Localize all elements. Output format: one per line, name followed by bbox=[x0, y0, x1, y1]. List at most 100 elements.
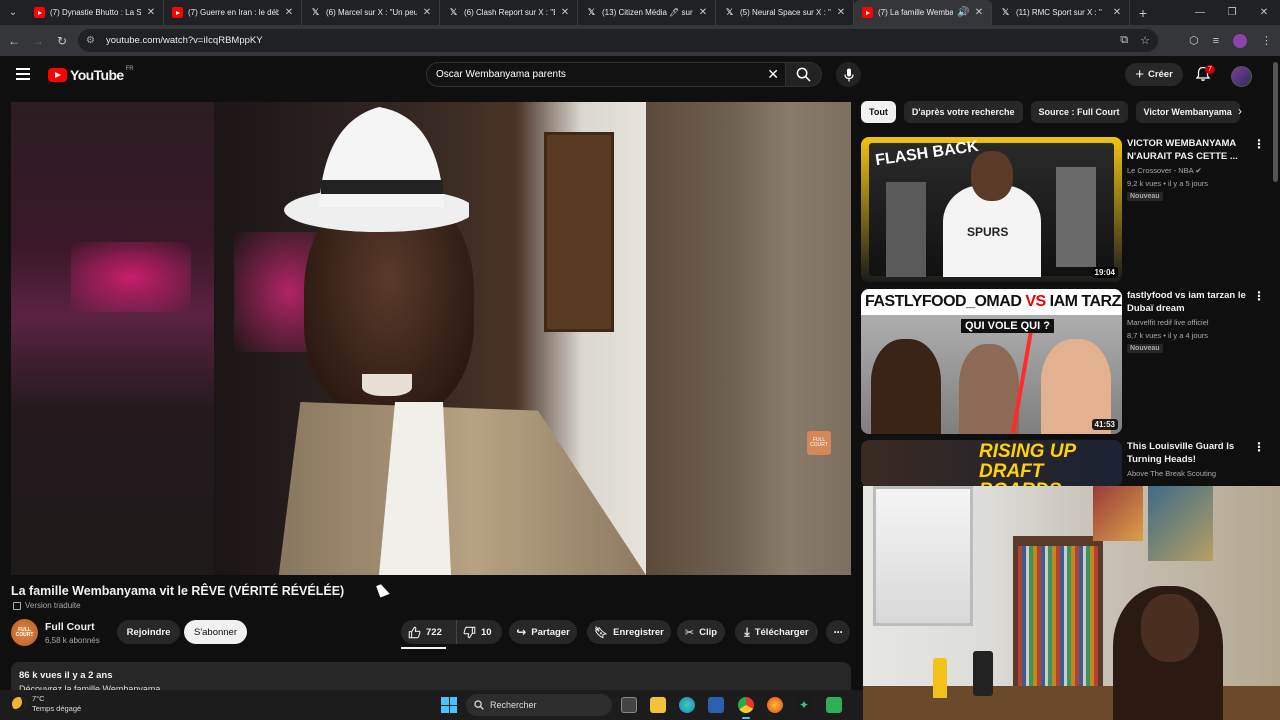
store-icon[interactable] bbox=[708, 697, 724, 713]
reload-icon[interactable]: ↻ bbox=[50, 34, 74, 48]
account-avatar[interactable] bbox=[1231, 66, 1252, 87]
bookmark-star-icon[interactable]: ☆ bbox=[1140, 34, 1150, 47]
address-bar-row: ← → ↻ ⚙ youtube.com/watch?v=iIcqRBMppKY … bbox=[0, 25, 1280, 56]
dislike-button[interactable]: 10 bbox=[457, 626, 492, 639]
close-tab-icon[interactable]: ✕ bbox=[145, 7, 157, 18]
video-player[interactable] bbox=[11, 102, 851, 575]
new-tab-icon[interactable]: + bbox=[1130, 5, 1156, 21]
rec-title[interactable]: VICTOR WEMBANYAMA N'AURAIT PAS CETTE ... bbox=[1127, 137, 1252, 163]
close-tab-icon[interactable]: ✕ bbox=[559, 7, 571, 18]
rec-channel[interactable]: Above The Break Scouting bbox=[1127, 469, 1216, 478]
rec-title[interactable]: This Louisville Guard Is Turning Heads! bbox=[1127, 440, 1252, 466]
browser-tab[interactable]: 𝕏 (5) Neural Space sur X : " ✕ bbox=[716, 0, 854, 25]
chrome-icon[interactable] bbox=[738, 697, 754, 713]
channel-name[interactable]: Full Court bbox=[45, 621, 95, 633]
page-scrollbar[interactable] bbox=[1273, 62, 1278, 182]
media-control-icon[interactable]: ≡ bbox=[1213, 35, 1219, 47]
browser-tab[interactable]: (7) Guerre en Iran : le déb ✕ bbox=[164, 0, 302, 25]
more-options-icon[interactable]: ⋮ bbox=[1253, 440, 1265, 454]
firefox-icon[interactable] bbox=[767, 697, 783, 713]
download-button[interactable]: ⤓ Télécharger bbox=[735, 620, 818, 644]
install-app-icon[interactable]: ⧉ bbox=[1120, 34, 1128, 47]
more-actions-button[interactable]: ··· bbox=[826, 620, 850, 644]
rec-title[interactable]: fastlyfood vs iam tarzan le Dubaï dream bbox=[1127, 289, 1252, 315]
share-button[interactable]: ↪ Partager bbox=[509, 620, 577, 644]
logo-text: YouTube bbox=[70, 67, 124, 83]
video-blur-left bbox=[11, 102, 214, 575]
webcam-poster-shape bbox=[1093, 486, 1143, 541]
back-icon[interactable]: ← bbox=[2, 34, 26, 48]
windows-start-icon[interactable] bbox=[441, 697, 457, 713]
close-window-icon[interactable]: ✕ bbox=[1248, 0, 1280, 25]
join-button[interactable]: Rejoindre bbox=[117, 620, 180, 644]
url-field[interactable]: ⚙ youtube.com/watch?v=iIcqRBMppKY ⧉ ☆ bbox=[78, 29, 1158, 52]
more-options-icon[interactable]: ⋮ bbox=[1253, 137, 1265, 151]
voice-search-button[interactable] bbox=[836, 62, 861, 87]
close-tab-icon[interactable]: ✕ bbox=[1111, 7, 1123, 18]
browser-tab[interactable]: 𝕏 (6) Marcel sur X : "Un peu ✕ bbox=[302, 0, 440, 25]
minimize-icon[interactable]: — bbox=[1184, 0, 1216, 25]
recommendation-item[interactable]: SPURS FLASH BACK 19:04 VICTOR WEMBANYAMA… bbox=[861, 137, 1265, 284]
clip-button[interactable]: ✂ Clip bbox=[677, 620, 725, 644]
close-tab-icon[interactable]: ✕ bbox=[973, 7, 985, 18]
edge-icon[interactable] bbox=[679, 697, 695, 713]
chevron-right-icon[interactable]: › bbox=[1238, 104, 1242, 118]
filter-chips: Tout D'après votre recherche Source : Fu… bbox=[861, 101, 1241, 123]
video-thumbnail[interactable]: FASTLYFOOD_OMAD VS IAM TARZAN QUI VOLE Q… bbox=[861, 289, 1122, 434]
weather-condition: Temps dégagé bbox=[32, 704, 82, 713]
save-button[interactable]: 🔖︎ Enregistrer bbox=[587, 620, 671, 644]
channel-watermark[interactable]: FULL COURT bbox=[807, 431, 831, 455]
thumb-right-text: IAM TARZAN bbox=[1049, 293, 1122, 310]
file-explorer-icon[interactable] bbox=[650, 697, 666, 713]
notification-count-badge: 7 bbox=[1205, 65, 1215, 74]
close-tab-icon[interactable]: ✕ bbox=[697, 7, 709, 18]
thumb-head-shape bbox=[971, 151, 1013, 201]
youtube-favicon-icon bbox=[862, 7, 873, 18]
task-view-icon[interactable] bbox=[621, 697, 637, 713]
close-tab-icon[interactable]: ✕ bbox=[421, 7, 433, 18]
chip-victor-wembanyama[interactable]: Victor Wembanyama bbox=[1135, 101, 1240, 123]
weather-widget[interactable]: 7°C Temps dégagé bbox=[12, 694, 81, 714]
search-button[interactable] bbox=[786, 62, 822, 87]
hamburger-menu-icon[interactable] bbox=[16, 68, 30, 80]
subscribe-button[interactable]: S'abonner bbox=[184, 620, 247, 644]
close-tab-icon[interactable]: ✕ bbox=[835, 7, 847, 18]
app-icon[interactable] bbox=[826, 697, 842, 713]
video-thumbnail[interactable]: RISING UP DRAFT BOARDS bbox=[861, 440, 1122, 487]
like-dislike-group: 722 10 bbox=[401, 620, 502, 644]
recommendation-item[interactable]: FASTLYFOOD_OMAD VS IAM TARZAN QUI VOLE Q… bbox=[861, 289, 1265, 436]
rec-channel[interactable]: Marvelfit redif live officiel bbox=[1127, 318, 1209, 327]
recommendation-item[interactable]: RISING UP DRAFT BOARDS This Louisville G… bbox=[861, 440, 1265, 487]
rec-channel[interactable]: Le Crossover - NBA ✔ bbox=[1127, 166, 1202, 175]
site-info-icon[interactable]: ⚙ bbox=[86, 35, 100, 46]
chip-source[interactable]: Source : Full Court bbox=[1030, 101, 1128, 123]
browser-tab-active[interactable]: (7) La famille Wemba 🔊 ✕ bbox=[854, 0, 992, 25]
browser-tab[interactable]: 𝕏 (13) Citizen Média 🖊 sur ✕ bbox=[578, 0, 716, 25]
browser-tab[interactable]: 𝕏 (11) RMC Sport sur X : " ✕ bbox=[992, 0, 1130, 25]
profile-avatar[interactable] bbox=[1233, 33, 1247, 48]
browser-tab[interactable]: 𝕏 (6) Clash Report sur X : "B ✕ bbox=[440, 0, 578, 25]
chip-from-search[interactable]: D'après votre recherche bbox=[903, 101, 1023, 123]
search-input[interactable]: Oscar Wembanyama parents ✕ bbox=[426, 62, 786, 87]
youtube-logo[interactable]: YouTube FR bbox=[48, 66, 134, 83]
tab-search-icon[interactable]: ⌄ bbox=[0, 0, 26, 25]
restore-icon[interactable]: ❐ bbox=[1216, 0, 1248, 25]
browser-tab[interactable]: (7) Dynastie Bhutto : La S ✕ bbox=[26, 0, 164, 25]
browser-menu-icon[interactable]: ⋮ bbox=[1261, 34, 1272, 47]
audio-icon[interactable]: 🔊 bbox=[957, 7, 969, 18]
channel-subscribers: 6,58 k abonnés bbox=[45, 636, 100, 645]
thumb-blurred-person bbox=[886, 182, 926, 277]
taskbar-search[interactable]: Rechercher bbox=[466, 694, 612, 716]
app-icon[interactable]: ✦ bbox=[796, 697, 812, 713]
thumb-text-line1: RISING UP bbox=[979, 441, 1077, 462]
channel-avatar[interactable]: FULL COURT bbox=[11, 619, 38, 646]
create-button[interactable]: + Créer bbox=[1125, 63, 1183, 86]
chip-all[interactable]: Tout bbox=[861, 101, 896, 123]
forward-icon[interactable]: → bbox=[26, 34, 50, 48]
like-button[interactable]: 722 bbox=[401, 620, 457, 644]
clear-search-icon[interactable]: ✕ bbox=[767, 66, 779, 83]
extensions-icon[interactable]: ⬡ bbox=[1189, 34, 1199, 47]
video-thumbnail[interactable]: SPURS FLASH BACK 19:04 bbox=[861, 137, 1122, 282]
more-options-icon[interactable]: ⋮ bbox=[1253, 289, 1265, 303]
close-tab-icon[interactable]: ✕ bbox=[283, 7, 295, 18]
